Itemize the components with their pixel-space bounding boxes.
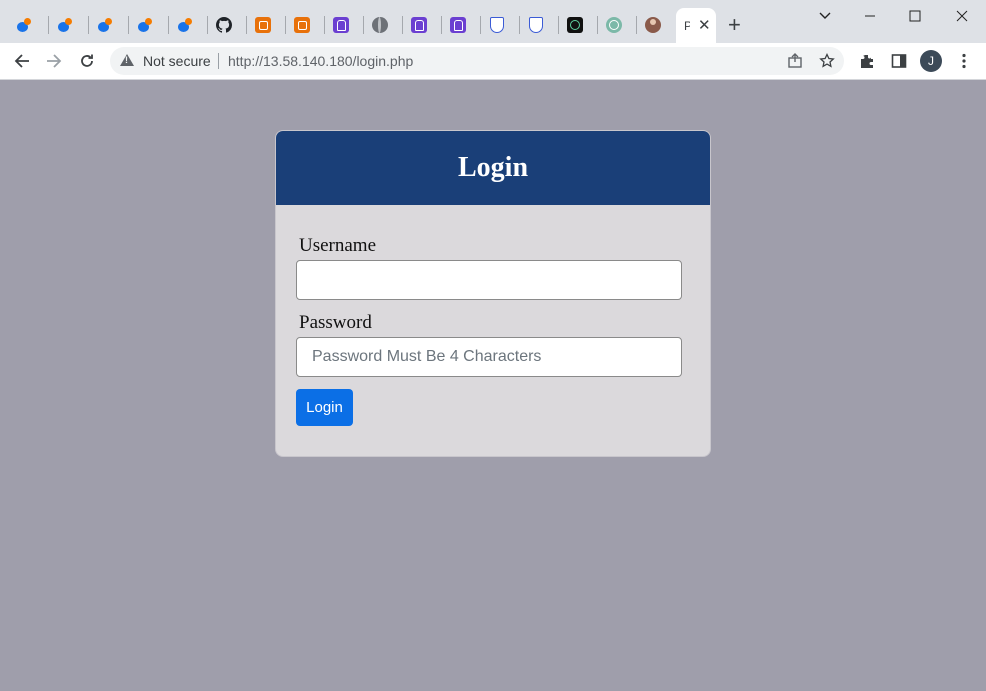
username-label: Username <box>299 235 377 256</box>
url-text[interactable]: http://13.58.140.180/login.php <box>228 53 413 69</box>
close-icon <box>956 10 968 22</box>
globe-icon <box>372 17 388 33</box>
openai-icon <box>606 17 622 33</box>
tab-14[interactable] <box>520 9 552 41</box>
close-window-button[interactable] <box>952 6 972 26</box>
security-status[interactable]: Not secure <box>143 53 211 69</box>
browser-toolbar: Not secure http://13.58.140.180/login.ph… <box>0 43 986 80</box>
maximize-icon <box>909 10 921 22</box>
shield-icon <box>529 17 543 33</box>
login-header: Login <box>276 131 710 205</box>
purple-app-icon <box>333 17 349 33</box>
new-tab-button[interactable]: + <box>728 14 741 36</box>
blue-app-icon <box>137 17 153 33</box>
username-input[interactable] <box>296 260 682 300</box>
tab-17[interactable] <box>637 9 669 41</box>
tab-5[interactable] <box>169 9 201 41</box>
orange-app-icon <box>294 17 310 33</box>
tab-12[interactable] <box>442 9 474 41</box>
arrow-right-icon <box>47 54 62 68</box>
maximize-button[interactable] <box>905 6 925 26</box>
tab-15[interactable] <box>559 9 591 41</box>
tab-8[interactable] <box>286 9 318 41</box>
blue-app-icon <box>57 17 73 33</box>
profile-photo-icon <box>645 17 661 33</box>
tab-search-button[interactable] <box>815 6 835 26</box>
tab-1[interactable] <box>8 9 40 41</box>
tab-6[interactable] <box>208 9 240 41</box>
login-title: Login <box>457 152 529 183</box>
blue-app-icon <box>177 17 193 33</box>
share-icon[interactable] <box>786 52 804 70</box>
password-label: Password <box>299 312 372 333</box>
active-tab-title: P <box>684 18 690 33</box>
shield-icon <box>490 17 504 33</box>
forward-button[interactable] <box>44 51 64 71</box>
chevron-down-icon <box>819 12 831 19</box>
active-tab[interactable]: P ✕ <box>676 8 716 43</box>
tab-11[interactable] <box>403 9 435 41</box>
browser-menu-icon[interactable] <box>954 51 974 71</box>
purple-app-icon <box>411 17 427 33</box>
tab-10[interactable] <box>364 9 396 41</box>
tab-9[interactable] <box>325 9 357 41</box>
address-bar[interactable]: Not secure http://13.58.140.180/login.ph… <box>110 47 844 75</box>
profile-avatar[interactable]: J <box>920 50 942 72</box>
password-input[interactable] <box>296 337 682 377</box>
reload-button[interactable] <box>77 51 97 71</box>
minimize-button[interactable] <box>860 6 880 26</box>
warning-icon[interactable] <box>120 54 134 66</box>
address-separator <box>218 53 219 69</box>
arrow-left-icon <box>14 54 29 68</box>
tab-4[interactable] <box>129 9 161 41</box>
reload-icon <box>81 54 93 67</box>
tab-13[interactable] <box>481 9 513 41</box>
tab-strip: P ✕ + <box>0 0 986 43</box>
close-tab-icon[interactable]: ✕ <box>698 18 711 33</box>
bookmark-star-icon[interactable] <box>818 52 836 70</box>
tab-2[interactable] <box>49 9 81 41</box>
login-card: Login Username Password Login <box>275 130 711 457</box>
blue-app-icon <box>97 17 113 33</box>
github-icon <box>216 17 232 33</box>
dark-app-icon <box>567 17 583 33</box>
minimize-icon <box>865 15 875 17</box>
login-button[interactable]: Login <box>296 389 353 426</box>
extensions-icon[interactable] <box>857 51 877 71</box>
purple-app-icon <box>450 17 466 33</box>
page-viewport: Login Username Password Login <box>1 80 985 690</box>
tab-3[interactable] <box>89 9 121 41</box>
orange-app-icon <box>255 17 271 33</box>
tab-7[interactable] <box>247 9 279 41</box>
blue-app-icon <box>16 17 32 33</box>
side-panel-icon[interactable] <box>889 51 909 71</box>
back-button[interactable] <box>12 51 32 71</box>
tab-16[interactable] <box>598 9 630 41</box>
